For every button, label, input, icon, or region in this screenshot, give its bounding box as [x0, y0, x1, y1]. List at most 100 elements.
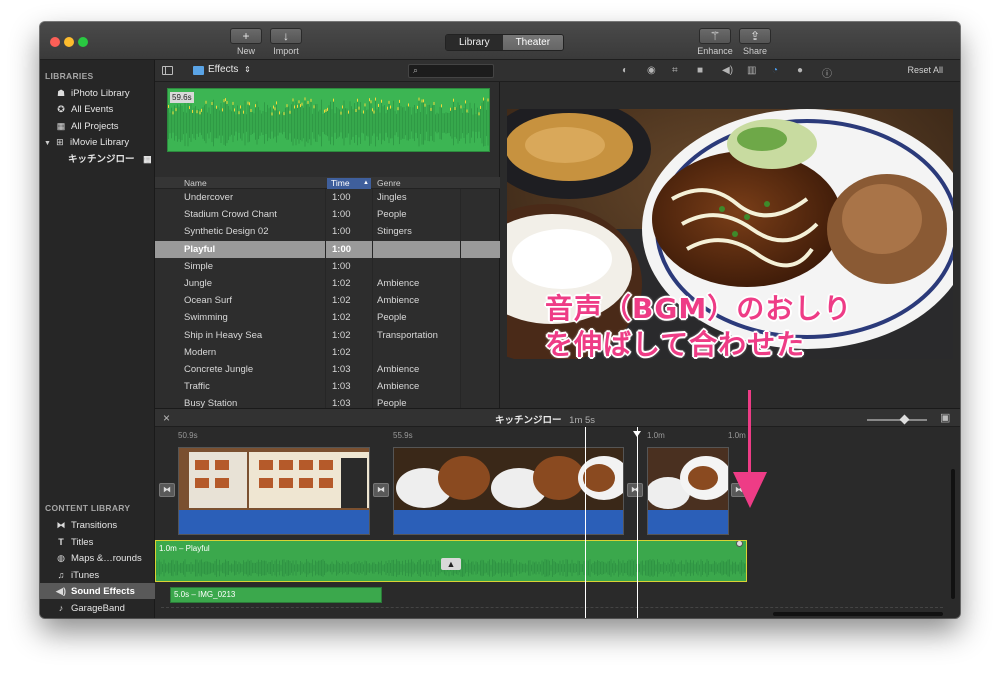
sound-list-row[interactable]: Undercover 1:00 Jingles: [155, 189, 500, 206]
sound-list-row[interactable]: Jungle 1:02 Ambience: [155, 275, 500, 292]
cell-time: 1:02: [332, 346, 351, 358]
sound-list-row[interactable]: Swimming 1:02 People: [155, 309, 500, 326]
reset-all-button[interactable]: Reset All: [907, 65, 943, 75]
category-popup[interactable]: Effects ⇕: [208, 64, 251, 75]
sound-list-row[interactable]: Traffic 1:03 Ambience: [155, 378, 500, 395]
transition-icon[interactable]: ⧓: [627, 483, 643, 497]
close-window-button[interactable]: [50, 37, 60, 47]
sound-list-row[interactable]: Ocean Surf 1:02 Ambience: [155, 292, 500, 309]
sound-list-row[interactable]: Modern 1:02: [155, 344, 500, 361]
timeline-vertical-scrollbar[interactable]: [951, 469, 955, 599]
sound-clip-label: 5.0s – IMG_0213: [174, 590, 236, 599]
sound-list-row[interactable]: Playful 1:00: [155, 240, 500, 258]
waveform-preview[interactable]: 59.6s: [167, 88, 490, 152]
sound-list-row[interactable]: Stadium Crowd Chant 1:00 People: [155, 206, 500, 223]
cell-genre: Stingers: [377, 226, 412, 238]
transition-icon[interactable]: ⧓: [373, 483, 389, 497]
color-correction-icon[interactable]: ◉: [647, 65, 656, 76]
sidebar-item-itunes[interactable]: ♫ iTunes: [40, 567, 155, 583]
zoom-slider[interactable]: [867, 414, 927, 425]
view-mode-segmented-control: Library Theater: [445, 34, 565, 51]
stabilization-icon[interactable]: ■: [697, 65, 703, 76]
share-label: Share: [742, 46, 768, 56]
caption-line-2: を伸ばして合わせた: [545, 328, 806, 359]
share-button[interactable]: ⇪ Share: [738, 28, 772, 56]
cell-name: Synthetic Design 02: [184, 226, 269, 238]
sound-clip-img0213[interactable]: 5.0s – IMG_0213: [170, 587, 382, 603]
sidebar-item-transitions[interactable]: ⧓ Transitions: [40, 517, 155, 533]
cell-time: 1:00: [332, 243, 352, 255]
fade-handle-icon[interactable]: [736, 541, 743, 547]
cell-name: Concrete Jungle: [184, 364, 254, 375]
speed-icon[interactable]: ◔: [772, 65, 778, 76]
cell-time: 1:02: [332, 329, 351, 341]
cell-name: Traffic: [184, 381, 210, 393]
speaker-icon: ◀): [56, 586, 66, 596]
column-header-time[interactable]: Time ▲: [327, 178, 371, 189]
clip-thumbnails: [179, 448, 369, 510]
clip-audio: [179, 510, 369, 534]
color-balance-icon[interactable]: ◐: [622, 65, 628, 76]
sound-list-row[interactable]: Concrete Jungle 1:03 Ambience: [155, 361, 500, 378]
timeline-scrollbar[interactable]: [773, 612, 943, 616]
playhead-line[interactable]: [637, 427, 638, 618]
info-icon[interactable]: ⓘ: [822, 65, 832, 80]
disclosure-triangle-icon[interactable]: ▼: [44, 140, 51, 147]
import-button[interactable]: ↓ Import: [269, 28, 303, 56]
new-button[interactable]: + New: [229, 28, 263, 56]
transition-icon[interactable]: ⧓: [159, 483, 175, 497]
playhead-marker[interactable]: [633, 431, 641, 437]
video-clip-menu[interactable]: [178, 447, 370, 535]
tab-library[interactable]: Library: [446, 35, 503, 50]
title-bar: + New ↓ Import Library Theater ⚚ Enhance…: [40, 22, 960, 60]
sidebar-item-iphoto-library[interactable]: ☗ iPhoto Library: [40, 85, 155, 101]
search-field[interactable]: ⌕: [408, 64, 494, 78]
equalizer-icon[interactable]: ▥: [747, 65, 756, 76]
sound-list-row[interactable]: Simple 1:00: [155, 258, 500, 275]
cell-name: Stadium Crowd Chant: [184, 209, 277, 221]
sound-list-row[interactable]: Ship in Heavy Sea 1:02 Transportation: [155, 327, 500, 344]
column-header-name[interactable]: Name: [184, 178, 207, 189]
clip-time-1: 50.9s: [178, 431, 198, 440]
star-icon: ✪: [57, 104, 65, 114]
column-header-genre[interactable]: Genre: [377, 178, 401, 189]
sidebar-item-imovie-library[interactable]: ▼ ⊞ iMovie Library: [40, 134, 155, 150]
minimize-window-button[interactable]: [64, 37, 74, 47]
sidebar-item-titles[interactable]: T Titles: [40, 534, 155, 550]
cell-time: 1:00: [332, 260, 351, 272]
import-label: Import: [273, 46, 299, 56]
video-clip-food[interactable]: [393, 447, 624, 535]
sound-list-row[interactable]: Synthetic Design 02 1:00 Stingers: [155, 223, 500, 240]
titles-icon: T: [58, 537, 64, 547]
noise-reduction-icon[interactable]: ●: [797, 65, 803, 76]
sidebar-item-sound-effects[interactable]: ◀) Sound Effects: [40, 583, 155, 599]
video-clip-tonkatsu[interactable]: [647, 447, 729, 535]
zoom-slider-knob[interactable]: [899, 414, 910, 425]
zoom-window-button[interactable]: [78, 37, 88, 47]
cell-genre: Transportation: [377, 329, 438, 341]
cell-name: Modern: [184, 346, 217, 358]
transitions-icon: ⧓: [56, 520, 66, 530]
bgm-audio-clip[interactable]: 1.0m – Playful ▲: [155, 540, 747, 582]
volume-icon[interactable]: ◀): [722, 65, 733, 76]
preview-waveform: [168, 97, 489, 147]
clapper-icon: ▦: [143, 154, 152, 164]
close-timeline-icon[interactable]: ×: [163, 411, 170, 425]
sidebar-toggle-icon[interactable]: [162, 66, 173, 75]
sidebar-item-all-events[interactable]: ✪ All Events: [40, 101, 155, 117]
clip-appearance-icon[interactable]: ▣: [940, 411, 950, 424]
sidebar-item-event[interactable]: キッチンジロー ▦: [40, 151, 155, 167]
libraries-sidebar: LIBRARIES ☗ iPhoto Library ✪ All Events ▦ A…: [40, 60, 155, 618]
waveform-duration-badge: 59.6s: [170, 92, 194, 103]
sidebar-item-all-projects[interactable]: ▦ All Projects: [40, 118, 155, 134]
grid-icon: ⊞: [56, 137, 64, 147]
sidebar-item-garageband[interactable]: ♪ GarageBand: [40, 600, 155, 616]
crop-icon[interactable]: ⌗: [672, 65, 678, 76]
imovie-window: + New ↓ Import Library Theater ⚚ Enhance…: [40, 22, 960, 618]
sidebar-item-maps-backgrounds[interactable]: ◍ Maps &…rounds: [40, 550, 155, 566]
tab-theater[interactable]: Theater: [502, 35, 564, 50]
cell-genre: Ambience: [377, 364, 420, 375]
tortoise-icon: ▲: [441, 558, 461, 570]
viewer: ◐ ◉ ⌗ ■ ◀) ▥ ◔ ● ⓘ Reset All 音声（BGM）のおしり…: [500, 60, 960, 408]
enhance-button[interactable]: ⚚ Enhance: [697, 28, 733, 56]
